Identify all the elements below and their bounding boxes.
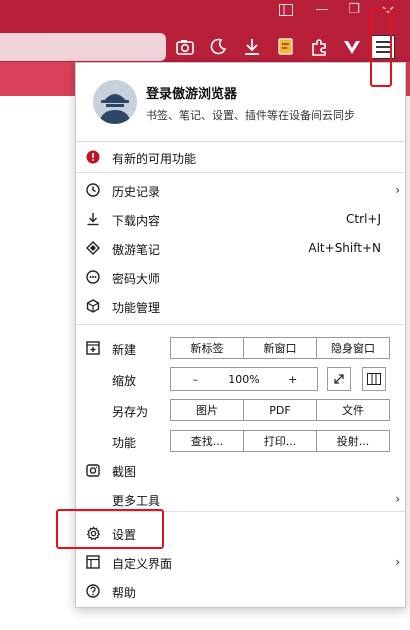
print-button[interactable]: 打印... [244,431,317,451]
zoom-out-button[interactable]: – [171,368,220,390]
download-icon[interactable] [240,35,264,59]
notes-icon [85,240,101,256]
screenshot-icon[interactable] [173,35,197,59]
annotation-highlight-settings [56,509,164,549]
divider [76,324,405,325]
avatar [93,80,137,124]
minimize-button[interactable]: — [304,0,340,22]
address-bar[interactable] [0,33,166,61]
menu-item-screenshot[interactable]: 截图 [76,456,405,484]
menu-item-history[interactable]: 历史记录 › [76,176,405,204]
shortcut-label: Alt+Shift+N [308,241,381,255]
download-icon [85,211,101,227]
divider [76,141,405,142]
find-button[interactable]: 查找... [171,431,244,451]
save-file-button[interactable]: 文件 [317,400,389,420]
cube-icon [85,298,101,314]
chevron-right-icon: › [395,492,400,506]
toolbar [0,22,410,62]
split-view-button[interactable] [362,367,386,391]
alert-icon [85,149,101,165]
save-image-button[interactable]: 图片 [171,400,244,420]
layout-icon [85,554,101,570]
menu-item-label: 傲游笔记 [112,243,161,257]
divider [76,172,405,173]
vivaldi-icon[interactable] [340,35,364,59]
chevron-right-icon: › [395,183,400,197]
extensions-icon[interactable] [307,35,331,59]
menu-item-label: 缩放 [112,374,137,388]
help-icon [85,583,101,599]
night-mode-icon[interactable] [206,35,230,59]
functions-button-group: 查找... 打印... 投射... [170,430,390,452]
menu-item-label: 下载内容 [112,214,161,228]
menu-item-label: 功能管理 [112,301,161,315]
save-pdf-button[interactable]: PDF [244,400,317,420]
menu-item-label: 另存为 [112,405,149,419]
key-icon [85,269,101,285]
sidebar-toggle-icon[interactable] [268,0,304,22]
menu-item-label: 帮助 [112,586,137,600]
profile-title: 登录傲游浏览器 [146,87,238,102]
menu-item-label: 新建 [112,343,137,357]
menu-item-label: 历史记录 [112,185,161,199]
notes-icon[interactable] [274,35,298,59]
fullscreen-icon [333,370,345,389]
menu-item-notes[interactable]: 傲游笔记 Alt+Shift+N [76,234,405,262]
menu-item-update[interactable]: 有新的可用功能 [76,143,405,171]
restore-button[interactable]: ❐ [336,0,372,22]
columns-icon [367,370,381,389]
menu-item-label: 密码大师 [112,272,161,286]
menu-item-label: 更多工具 [112,494,161,508]
new-window-button[interactable]: 新窗口 [244,338,317,358]
menu-item-label: 自定义界面 [112,557,173,571]
menu-item-features[interactable]: 功能管理 [76,292,405,320]
menu-item-help[interactable]: 帮助 [76,577,405,605]
zoom-in-button[interactable]: + [268,368,317,390]
new-button-group: 新标签 新窗口 隐身窗口 [170,337,390,359]
camera-icon [85,462,101,478]
menu-item-label: 功能 [112,436,137,450]
zoom-control: – 100% + [170,367,318,391]
profile-section[interactable]: 登录傲游浏览器 书签、笔记、设置、插件等在设备间云同步 [76,63,405,139]
clock-icon [85,182,101,198]
zoom-level: 100% [228,372,260,386]
title-bar: — ❐ [0,0,410,22]
menu-item-passwords[interactable]: 密码大师 [76,263,405,291]
annotation-highlight-menu [370,9,392,87]
save-as-button-group: 图片 PDF 文件 [170,399,390,421]
chevron-right-icon: › [395,555,400,569]
profile-subtitle: 书签、笔记、设置、插件等在设备间云同步 [146,109,355,122]
menu-item-label: 截图 [112,465,137,479]
cast-button[interactable]: 投射... [317,431,389,451]
new-tab-icon [85,340,101,356]
incognito-window-button[interactable]: 隐身窗口 [317,338,389,358]
shortcut-label: Ctrl+J [346,212,381,226]
fullscreen-button[interactable] [327,367,351,391]
menu-item-downloads[interactable]: 下载内容 Ctrl+J [76,205,405,233]
menu-item-label: 有新的可用功能 [112,152,197,166]
menu-item-customize[interactable]: 自定义界面 › [76,548,405,576]
new-tab-button[interactable]: 新标签 [171,338,244,358]
